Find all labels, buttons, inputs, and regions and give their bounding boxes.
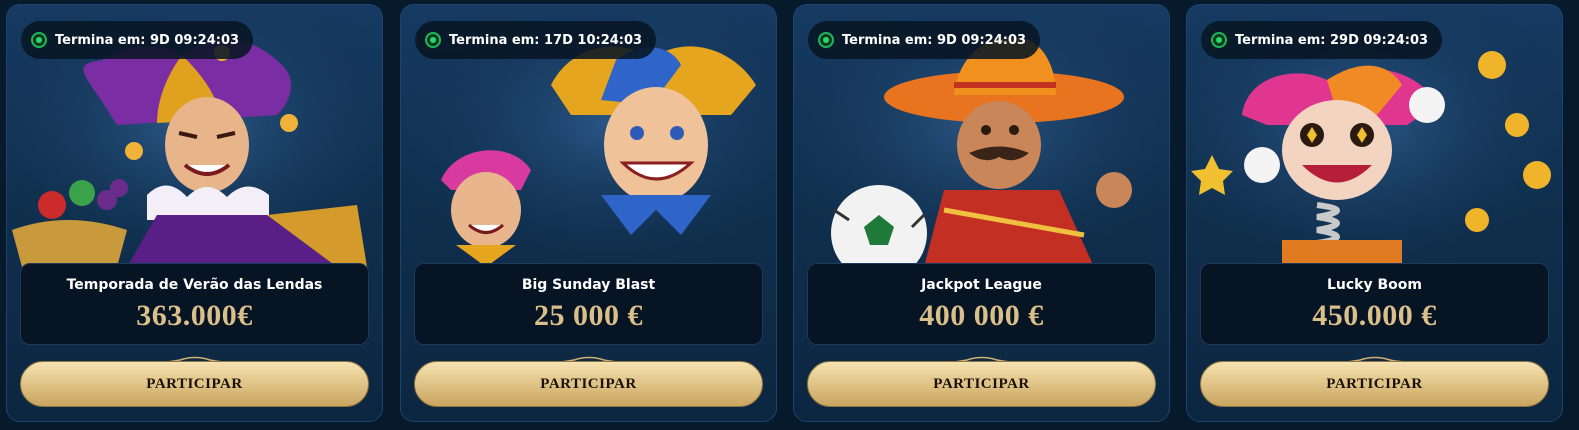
live-indicator-icon: [31, 32, 47, 48]
live-indicator-icon: [425, 32, 441, 48]
tournament-card[interactable]: Termina em: 9D 09:24:03 Temporada de Ver…: [6, 4, 383, 422]
tournament-card[interactable]: Termina em: 9D 09:24:03 Jackpot League 4…: [793, 4, 1170, 422]
prize-pool: 450.000 €: [1312, 299, 1437, 332]
tournament-name: Temporada de Verão das Lendas: [66, 277, 323, 293]
prize-pool: 363.000€: [136, 299, 253, 332]
tournament-name: Jackpot League: [921, 277, 1042, 293]
tournament-info-panel: Temporada de Verão das Lendas 363.000€: [20, 263, 369, 345]
participate-button[interactable]: PARTICIPAR: [1200, 361, 1549, 407]
tournament-name: Lucky Boom: [1327, 277, 1422, 293]
tournament-info-panel: Big Sunday Blast 25 000 €: [414, 263, 763, 345]
tournament-info-panel: Lucky Boom 450.000 €: [1200, 263, 1549, 345]
tournament-card[interactable]: Termina em: 17D 10:24:03 Big Sunday Blas…: [400, 4, 777, 422]
countdown-text: Termina em: 9D 09:24:03: [842, 32, 1027, 48]
countdown-text: Termina em: 9D 09:24:03: [55, 32, 240, 48]
tournament-info-panel: Jackpot League 400 000 €: [807, 263, 1156, 345]
countdown-badge: Termina em: 9D 09:24:03: [808, 21, 1041, 59]
live-indicator-icon: [1211, 32, 1227, 48]
countdown-badge: Termina em: 29D 09:24:03: [1201, 21, 1443, 59]
tournament-name: Big Sunday Blast: [521, 277, 656, 293]
tournament-card[interactable]: Termina em: 29D 09:24:03 Lucky Boom 450.…: [1186, 4, 1563, 422]
countdown-badge: Termina em: 17D 10:24:03: [415, 21, 657, 59]
participate-button[interactable]: PARTICIPAR: [20, 361, 369, 407]
countdown-badge: Termina em: 9D 09:24:03: [21, 21, 254, 59]
countdown-text: Termina em: 29D 09:24:03: [1235, 32, 1429, 48]
participate-button[interactable]: PARTICIPAR: [807, 361, 1156, 407]
tournament-card-row: Termina em: 9D 09:24:03 Temporada de Ver…: [0, 0, 1579, 430]
participate-button[interactable]: PARTICIPAR: [414, 361, 763, 407]
live-indicator-icon: [818, 32, 834, 48]
countdown-text: Termina em: 17D 10:24:03: [449, 32, 643, 48]
prize-pool: 400 000 €: [919, 299, 1044, 332]
prize-pool: 25 000 €: [534, 299, 643, 332]
